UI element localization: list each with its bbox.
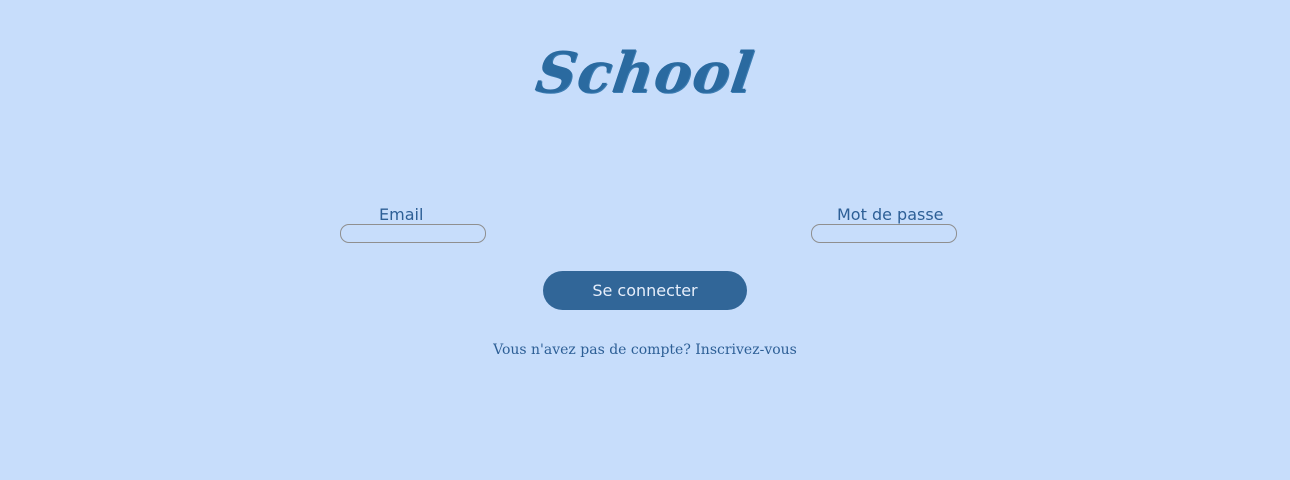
password-label: Mot de passe — [837, 205, 944, 224]
email-field[interactable] — [340, 224, 486, 243]
email-label: Email — [379, 205, 424, 224]
login-button[interactable]: Se connecter — [543, 271, 747, 310]
signup-prompt-text: Vous n'avez pas de compte? — [493, 342, 691, 358]
school-logo: School — [531, 40, 759, 106]
signup-prompt: Vous n'avez pas de compte? Inscrivez-vou… — [0, 342, 1290, 358]
login-page: School Email Mot de passe Se connecter V… — [0, 0, 1290, 480]
signup-link[interactable]: Inscrivez-vous — [695, 342, 797, 358]
password-field[interactable] — [811, 224, 957, 243]
